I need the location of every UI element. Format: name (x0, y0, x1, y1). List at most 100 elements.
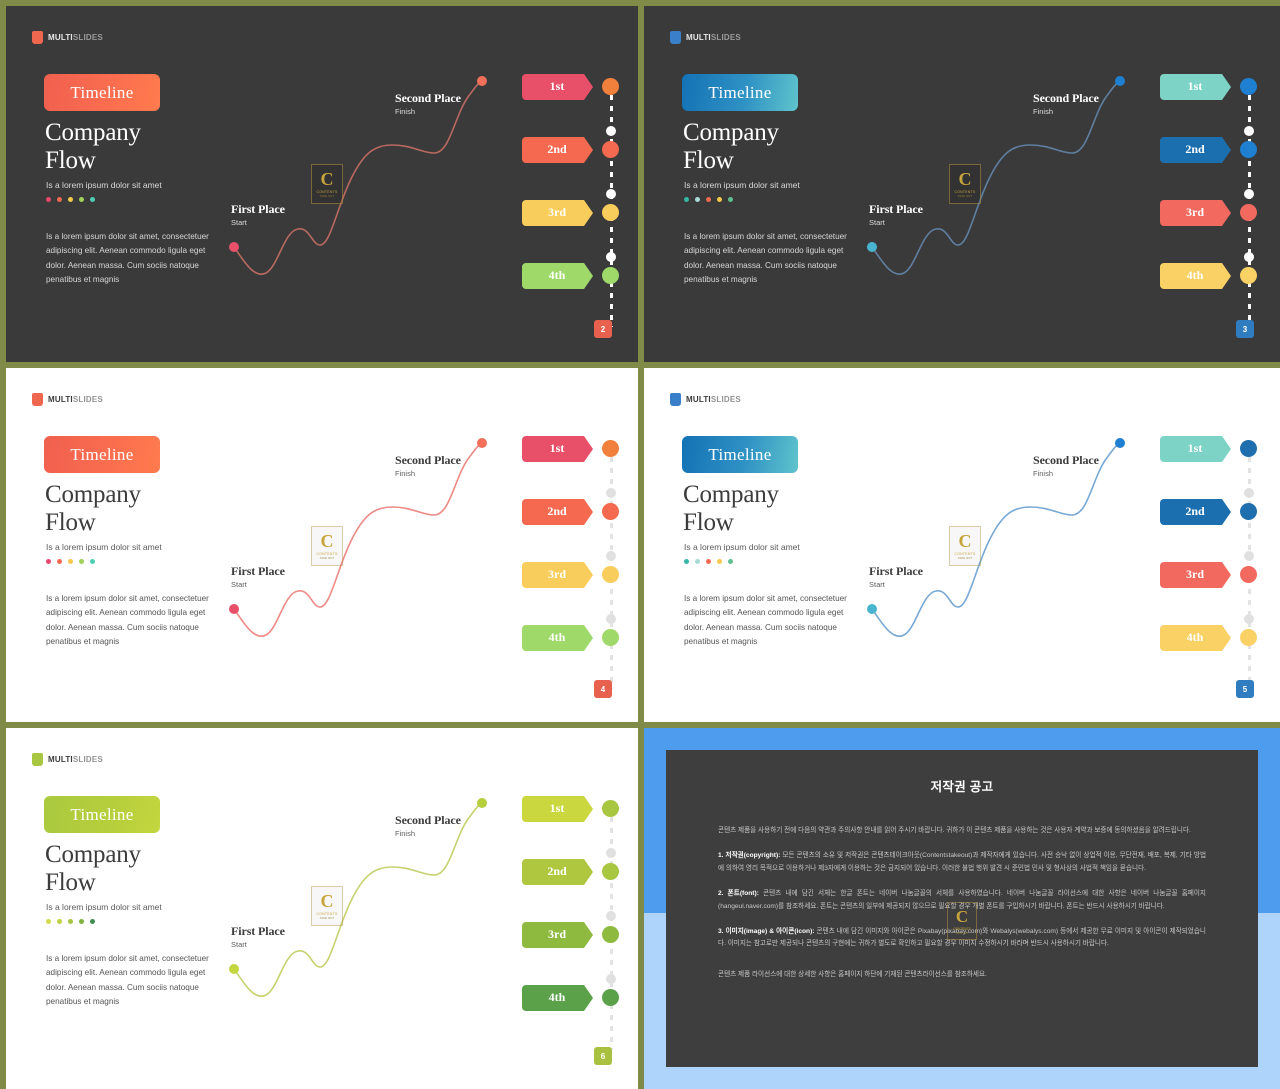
ribbon-arrow-icon (584, 74, 593, 100)
timeline-pill[interactable]: Timeline (44, 74, 160, 111)
rank-row[interactable]: 3rd (522, 922, 622, 985)
rank-label: 4th (1186, 267, 1204, 282)
rank-row[interactable]: 3rd (1160, 562, 1260, 625)
rank-ribbon-3[interactable]: 3rd (1160, 562, 1231, 588)
accent-dot-row (684, 559, 733, 564)
rank-row[interactable]: 4th (522, 985, 622, 1048)
watermark-line1: CONTENTS (316, 190, 338, 194)
rank-row[interactable]: 2nd (1160, 137, 1260, 200)
rank-row[interactable]: 1st (522, 74, 622, 137)
page-subtitle: Is a lorem ipsum dolor sit amet (684, 542, 800, 552)
rank-row[interactable]: 3rd (522, 562, 622, 625)
rank-label: 2nd (1185, 503, 1205, 518)
rank-ribbon-3[interactable]: 3rd (522, 200, 593, 226)
page-number-value: 4 (600, 684, 606, 694)
rank-label: 2nd (547, 863, 567, 878)
ribbon-arrow-icon (584, 796, 593, 822)
timeline-pill[interactable]: Timeline (682, 74, 798, 111)
rank-ribbon-2[interactable]: 2nd (1160, 499, 1231, 525)
rank-ribbon-1[interactable]: 1st (522, 74, 593, 100)
rank-ribbon-3[interactable]: 3rd (522, 562, 593, 588)
rank-ribbon-1[interactable]: 1st (1160, 74, 1231, 100)
rank-ribbon-4[interactable]: 4th (522, 625, 593, 651)
rank-ribbon-4[interactable]: 4th (1160, 625, 1231, 651)
slide-4[interactable]: MULTISLIDES Timeline Company Flow Is a l… (6, 368, 638, 722)
rank-node-1 (602, 440, 619, 457)
accent-dot (79, 197, 84, 202)
timeline-pill-label: Timeline (708, 82, 772, 102)
slide-2[interactable]: MULTISLIDES Timeline Company Flow Is a l… (6, 6, 638, 362)
timeline-pill[interactable]: Timeline (44, 796, 160, 833)
rank-ribbon-4[interactable]: 4th (522, 985, 593, 1011)
first-place-sub: Start (869, 580, 885, 589)
slide-3[interactable]: MULTISLIDES Timeline Company Flow Is a l… (644, 6, 1280, 362)
ribbon-arrow-icon (1222, 499, 1231, 525)
rank-label: 2nd (1185, 141, 1205, 156)
rank-label: 1st (549, 440, 565, 455)
rank-label: 3rd (548, 566, 566, 581)
watermark-line2: TAKE OUT (319, 195, 335, 198)
rank-ribbon-2[interactable]: 2nd (522, 859, 593, 885)
rank-row[interactable]: 4th (1160, 625, 1260, 688)
rank-ribbon-4[interactable]: 4th (1160, 263, 1231, 289)
accent-dot (684, 197, 689, 202)
body-text: Is a lorem ipsum dolor sit amet, consect… (46, 954, 209, 1007)
rank-node-2 (602, 863, 619, 880)
body-text: Is a lorem ipsum dolor sit amet, consect… (684, 594, 847, 647)
accent-dot (68, 919, 73, 924)
rank-row[interactable]: 3rd (522, 200, 622, 263)
ribbon-arrow-icon (1222, 74, 1231, 100)
slide-5[interactable]: MULTISLIDES Timeline Company Flow Is a l… (644, 368, 1280, 722)
copyright-section-label: 3. 이미지(image) & 아이콘(icon): (718, 928, 815, 936)
ribbon-arrow-icon (584, 200, 593, 226)
slide-6[interactable]: MULTISLIDES Timeline Company Flow Is a l… (6, 728, 638, 1089)
watermark-letter: C (320, 891, 334, 911)
rank-row[interactable]: 2nd (522, 499, 622, 562)
accent-dot-row (46, 197, 95, 202)
rank-row[interactable]: 2nd (1160, 499, 1260, 562)
brand-mark-icon (32, 753, 43, 766)
rank-label: 1st (549, 800, 565, 815)
rank-ribbon-3[interactable]: 3rd (522, 922, 593, 948)
brand-label-bold: MULTI (48, 33, 73, 42)
page-title-line2: Flow (45, 509, 96, 536)
page-number-value: 5 (1242, 684, 1248, 694)
rank-row[interactable]: 2nd (522, 859, 622, 922)
rank-ribbon-1[interactable]: 1st (1160, 436, 1231, 462)
rank-row[interactable]: 1st (1160, 436, 1260, 499)
brand-label-bold: MULTI (686, 395, 711, 404)
timeline-pill[interactable]: Timeline (44, 436, 160, 473)
flow-curve-svg (229, 76, 487, 275)
rank-row[interactable]: 1st (1160, 74, 1260, 137)
rank-ribbon-1[interactable]: 1st (522, 796, 593, 822)
slide-copyright-notice[interactable]: 저작권 공고 콘텐츠 제품을 사용하기 전에 다음의 약관과 주의사항 안내를 … (644, 728, 1280, 1089)
rank-row[interactable]: 3rd (1160, 200, 1260, 263)
rank-row[interactable]: 1st (522, 796, 622, 859)
copyright-footer: 콘텐츠 제품 라이선스에 대한 상세한 사항은 홈페이지 하단에 기재된 콘텐츠… (718, 970, 987, 978)
watermark-line2: TAKE OUT (957, 195, 973, 198)
rank-ribbon-2[interactable]: 2nd (1160, 137, 1231, 163)
brand-mark-icon (32, 393, 43, 406)
second-place-sub: Finish (395, 469, 416, 478)
brand-label: MULTISLIDES (48, 395, 103, 404)
slide-cell: MULTISLIDES Timeline Company Flow Is a l… (6, 368, 644, 728)
rank-ribbon-2[interactable]: 2nd (522, 499, 593, 525)
start-point (867, 242, 877, 252)
rank-row[interactable]: 4th (522, 625, 622, 688)
rank-row[interactable]: 1st (522, 436, 622, 499)
copyright-card: 저작권 공고 콘텐츠 제품을 사용하기 전에 다음의 약관과 주의사항 안내를 … (666, 750, 1258, 1067)
rank-row[interactable]: 2nd (522, 137, 622, 200)
ribbon-arrow-icon (584, 922, 593, 948)
rank-ribbon-2[interactable]: 2nd (522, 137, 593, 163)
rank-ribbon-3[interactable]: 3rd (1160, 200, 1231, 226)
rank-ribbon-4[interactable]: 4th (522, 263, 593, 289)
second-place-label: Second Place Finish (395, 91, 461, 116)
rank-node-2 (602, 503, 619, 520)
page-title-line2: Flow (683, 147, 734, 174)
timeline-pill[interactable]: Timeline (682, 436, 798, 473)
rank-row[interactable]: 4th (522, 263, 622, 326)
rank-row[interactable]: 4th (1160, 263, 1260, 326)
watermark-letter: C (320, 531, 334, 551)
page-title-line1: Company (45, 119, 141, 146)
rank-ribbon-1[interactable]: 1st (522, 436, 593, 462)
